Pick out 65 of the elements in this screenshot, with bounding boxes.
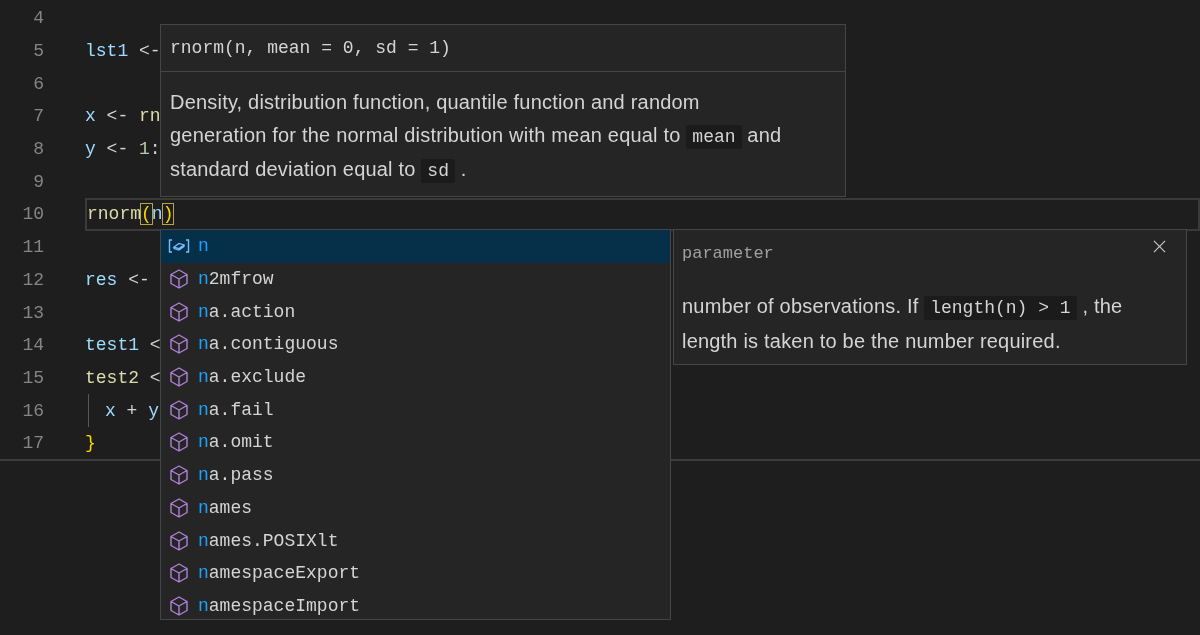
bracket-match: ): [162, 204, 174, 225]
cube-icon: [168, 562, 190, 585]
code-token: n: [151, 204, 163, 225]
cube-icon: [168, 268, 190, 291]
suggestion-item[interactable]: na.pass: [161, 458, 670, 492]
suggestion-item[interactable]: n: [161, 230, 670, 263]
cube-icon: [168, 398, 190, 421]
bracket-match: (: [141, 204, 152, 225]
line-number: 11: [21, 237, 44, 258]
suggestion-item[interactable]: n2mfrow: [161, 262, 670, 296]
detail-text: number of observations. If length(n) > 1 , the length is taken to be the number required.: [682, 294, 1124, 354]
cube-icon: [168, 529, 190, 552]
suggestion-item[interactable]: namespaceImport: [161, 589, 670, 623]
code-token: y: [85, 139, 96, 160]
code-token: lst1: [85, 41, 129, 62]
code-token: rn: [139, 106, 161, 127]
line-number: 7: [32, 106, 44, 127]
code-token: 1: [139, 139, 150, 160]
code-token: <-: [105, 106, 130, 127]
documentation-text: Density, distribution function, quantile function and random generation for the normal distribution with mean equal to mean and standard deviation equal to sd .: [169, 90, 783, 185]
suggestion-item[interactable]: na.contiguous: [161, 328, 670, 361]
code-token: test1: [85, 335, 139, 356]
line-number: 17: [21, 433, 44, 454]
line-number: 12: [21, 269, 44, 290]
code-token: <: [148, 335, 161, 356]
cube-icon: [168, 366, 190, 389]
line-number: 8: [32, 139, 44, 160]
line-number: 14: [21, 335, 44, 356]
signature-text: rnorm(n, mean = 0, sd = 1): [161, 25, 845, 72]
cube-icon: [168, 333, 190, 356]
line-number: 5: [32, 41, 44, 62]
code-token: <-: [127, 269, 150, 290]
line-number: 15: [21, 367, 44, 388]
cube-icon: [168, 464, 190, 487]
line-number: 6: [32, 73, 44, 94]
detail-type: parameter: [682, 244, 774, 263]
line-number: 13: [21, 302, 44, 323]
code-token: <-: [138, 41, 161, 62]
line-number: 10: [21, 204, 44, 225]
code-token: x: [105, 400, 116, 421]
suggestion-item[interactable]: na.exclude: [161, 360, 670, 394]
code-token: res: [85, 269, 118, 290]
code-token: y: [148, 400, 160, 421]
cube-icon: [168, 300, 190, 323]
line-number: 16: [21, 400, 44, 421]
suggestion-item[interactable]: na.omit: [161, 426, 670, 459]
code-token: <-: [105, 139, 130, 160]
code-token: rnorm: [87, 204, 141, 225]
code-token: <: [148, 367, 161, 388]
code-token: }: [85, 433, 96, 454]
line-number: 4: [32, 8, 44, 29]
line-number: 9: [32, 171, 44, 192]
close-icon[interactable]: [1153, 240, 1166, 253]
suggestion-item[interactable]: namespaceExport: [161, 556, 670, 590]
code-token: +: [125, 400, 139, 421]
cube-icon: [168, 594, 190, 617]
suggestion-item[interactable]: na.fail: [161, 393, 670, 427]
suggestion-item[interactable]: names.POSIXlt: [161, 524, 670, 557]
suggestion-item[interactable]: names: [161, 491, 670, 525]
code-token: :: [149, 139, 161, 160]
code-token: test2: [85, 367, 139, 388]
cube-icon: [168, 496, 190, 519]
suggestion-item[interactable]: na.action: [161, 295, 670, 329]
code-token: x: [85, 106, 96, 127]
cube-icon: [168, 431, 190, 454]
